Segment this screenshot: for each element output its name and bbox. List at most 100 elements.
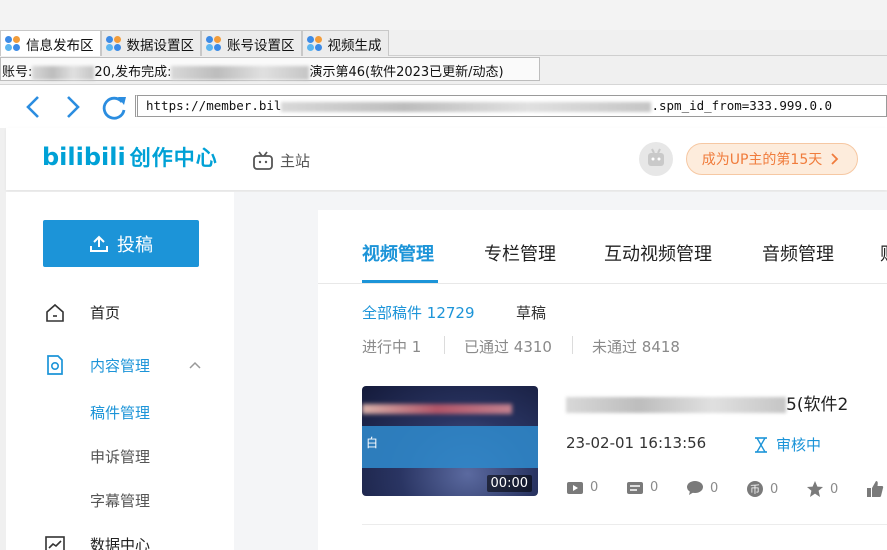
tab-audio-manage[interactable]: 音频管理 — [762, 240, 834, 266]
sidebar-item-manuscripts[interactable]: 稿件管理 — [90, 402, 150, 423]
status-line: 账号: 20,发布完成: 演示第46(软件2023已更新/动态) — [0, 57, 887, 81]
divider — [444, 336, 445, 354]
sidebar-item-data-center[interactable]: 数据中心 — [44, 534, 150, 550]
row-divider — [362, 524, 887, 525]
sidebar-item-label: 首页 — [90, 304, 121, 322]
filter-all-count: 12729 — [426, 304, 475, 322]
site-header: bilibili 创作中心 主站 成为UP主的第15天 — [6, 128, 887, 190]
filter-label: 已通过 — [464, 338, 510, 356]
redacted-video-title — [566, 397, 786, 413]
logo-text: bilibili — [42, 143, 126, 171]
sidebar-item-appeals[interactable]: 申诉管理 — [90, 446, 150, 467]
home-icon — [46, 303, 64, 322]
app-window: { "app_tabs": [ {"label": "信息发布区", "acti… — [0, 0, 887, 550]
sidebar-item-label: 字幕管理 — [90, 492, 151, 510]
stat-value: 0 — [650, 480, 659, 495]
chevron-up-icon[interactable] — [188, 360, 202, 370]
logo-subtitle: 创作中心 — [129, 146, 218, 170]
content-panel: 视频管理 专栏管理 互动视频管理 音频管理 贴 全部稿件 12729 草稿 进行… — [318, 210, 887, 550]
tab-label: 视频生成 — [327, 37, 382, 54]
video-title-suffix: 5(软件2 — [786, 395, 849, 415]
filter-draft[interactable]: 草稿 — [516, 302, 546, 323]
filter-passed[interactable]: 已通过 4310 — [464, 336, 552, 357]
app-grid-icon — [5, 35, 21, 52]
up-days-badge[interactable]: 成为UP主的第15天 — [686, 143, 858, 175]
tab-column-manage[interactable]: 专栏管理 — [484, 240, 556, 266]
redacted-account — [32, 65, 95, 80]
video-title[interactable]: 5(软件2 — [566, 390, 848, 415]
filter-all[interactable]: 全部稿件 12729 — [362, 302, 475, 323]
logo[interactable]: bilibili 创作中心 — [42, 142, 218, 172]
comment-icon — [687, 481, 703, 495]
tab-video-manage[interactable]: 视频管理 — [362, 240, 434, 266]
sidebar-item-label: 数据中心 — [90, 536, 151, 550]
tab-interactive-video[interactable]: 互动视频管理 — [604, 240, 712, 266]
tab-label: 账号设置区 — [227, 37, 295, 54]
stat-views: 0 — [566, 480, 598, 495]
chevron-right-icon — [831, 153, 839, 165]
sidebar-item-home[interactable]: 首页 — [44, 302, 120, 323]
app-tab-bar: 信息发布区 数据设置区 账号设置区 视频生成 — [0, 30, 887, 56]
app-grid-icon — [105, 35, 122, 52]
sidebar-item-label: 稿件管理 — [90, 404, 151, 422]
upload-button[interactable]: 投稿 — [43, 220, 199, 267]
sidebar-item-label: 申诉管理 — [90, 448, 151, 466]
chart-icon — [45, 535, 65, 550]
svg-text:币: 币 — [750, 484, 760, 496]
url-input[interactable]: https://member.bil .spm_id_from=333.999.0… — [135, 95, 887, 117]
video-status: 审核中 — [754, 434, 821, 455]
stat-danmaku: 0 — [626, 480, 658, 495]
video-duration: 00:00 — [486, 475, 532, 492]
stat-value: 0 — [590, 480, 599, 495]
play-icon — [567, 481, 583, 494]
filter-count: 1 — [411, 338, 422, 356]
status-text: 账号: 20,发布完成: 演示第46(软件2023已更新/动态) — [2, 61, 504, 80]
redacted-thumb-title — [362, 404, 512, 414]
video-status-text: 审核中 — [776, 436, 822, 454]
tab-info-publish[interactable]: 信息发布区 — [0, 30, 101, 56]
stat-favorites: 0 — [806, 480, 838, 498]
url-start: https://member.bil — [146, 98, 282, 113]
thumb-text: 白 — [366, 436, 379, 450]
sidebar-item-subtitles[interactable]: 字幕管理 — [90, 490, 150, 511]
app-grid-icon — [206, 35, 222, 52]
tab-account-settings[interactable]: 账号设置区 — [201, 30, 302, 56]
browser-toolbar: https://member.bil .spm_id_from=333.999.0… — [0, 84, 887, 128]
up-days-text: 成为UP主的第15天 — [701, 152, 823, 168]
sidebar: 投稿 首页 内容管理 稿件管理 申诉管理 字幕管理 数据中心 — [6, 192, 234, 550]
tab-label: 数据设置区 — [126, 37, 195, 54]
filter-failed[interactable]: 未通过 8418 — [592, 336, 680, 357]
content-tabs: 视频管理 专栏管理 互动视频管理 音频管理 贴 — [318, 210, 887, 284]
thumbs-up-icon — [867, 481, 884, 497]
stat-likes — [866, 480, 887, 498]
tab-video-generate[interactable]: 视频生成 — [301, 30, 389, 56]
filter-all-label: 全部稿件 — [362, 304, 423, 322]
filter-label: 未通过 — [592, 338, 638, 356]
stat-coins: 币 0 — [746, 480, 778, 498]
tab-data-settings[interactable]: 数据设置区 — [100, 30, 201, 56]
sidebar-item-content[interactable]: 内容管理 — [44, 354, 202, 376]
content-icon — [47, 355, 63, 375]
home-site-link[interactable]: 主站 — [252, 150, 310, 171]
hourglass-icon — [755, 436, 767, 453]
sidebar-item-label: 内容管理 — [90, 356, 151, 375]
forward-icon[interactable] — [60, 93, 86, 121]
redacted-url — [281, 101, 652, 112]
redacted-title — [171, 65, 310, 80]
upload-label: 投稿 — [117, 234, 153, 256]
filter-count: 4310 — [513, 338, 552, 356]
tab-more[interactable]: 贴 — [880, 240, 887, 266]
title-strip — [0, 0, 887, 30]
video-thumbnail[interactable]: 白 00:00 — [362, 386, 538, 496]
refresh-icon[interactable] — [99, 93, 129, 121]
coin-icon: 币 — [747, 481, 763, 497]
thumb-band — [362, 426, 538, 468]
tv-icon — [253, 150, 273, 170]
url-end: .spm_id_from=333.999.0.0 — [651, 98, 833, 113]
filter-count: 8418 — [641, 338, 680, 356]
stat-value: 0 — [770, 481, 779, 497]
back-icon[interactable] — [20, 93, 46, 121]
filter-in-progress[interactable]: 进行中 1 — [362, 336, 421, 357]
avatar[interactable] — [639, 142, 673, 176]
account-label: 账号: — [2, 65, 33, 80]
